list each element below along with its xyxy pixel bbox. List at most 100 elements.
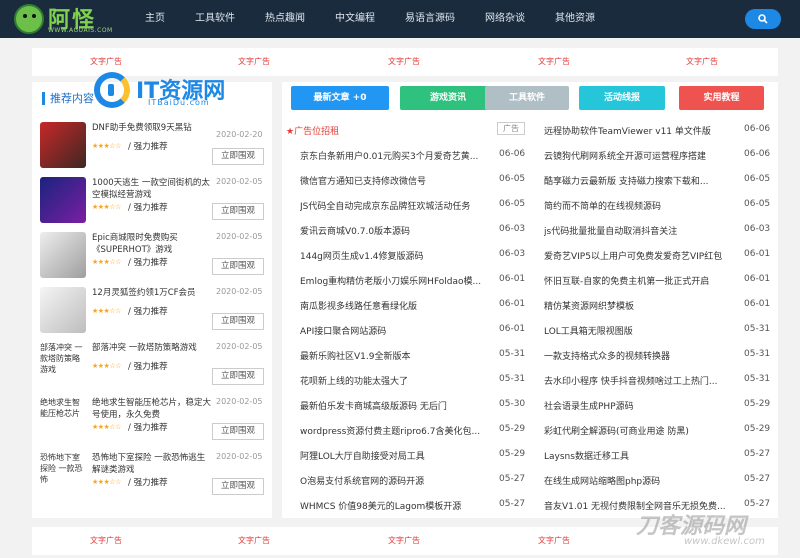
article-title[interactable]: 爱奇艺VIP5以上用户可免费发爱奇艺VIP红包 (544, 249, 740, 262)
article-title[interactable]: js代码批量批量自动取消抖音关注 (544, 224, 740, 237)
article-title[interactable]: 酷享磁力云最新版 支持磁力搜索下载和... (544, 174, 740, 187)
article-title[interactable]: 怀旧互联-自家的免费主机第一批正式开启 (544, 274, 740, 287)
article-title[interactable]: 社会语录生成PHP源码 (544, 399, 740, 412)
article-row[interactable]: WHMCS 价值98美元的Lagom模板开源 05-27 (286, 494, 526, 519)
article-row[interactable]: 京东白条新用户0.01元购买3个月爱奇艺黄... 06-06 (286, 144, 526, 169)
item-title[interactable]: 恐怖地下室探险 一款恐怖逃生解谜类游戏 (92, 452, 212, 476)
article-title[interactable]: 144g网页生成v1.4修复版源码 (300, 249, 496, 262)
view-button[interactable]: 立即围观 (212, 258, 264, 275)
view-button[interactable]: 立即围观 (212, 203, 264, 220)
article-title[interactable]: wordpress资源付费主题ripro6.7含美化包... (300, 424, 496, 437)
article-title[interactable]: Laysns数据迁移工具 (544, 449, 740, 462)
article-row[interactable]: 彩虹代刷全解源码(可商业用途 防黑) 05-29 (536, 419, 774, 444)
article-row[interactable]: JS代码全自动完成京东品牌狂欢城活动任务 06-05 (286, 194, 526, 219)
tab-activities[interactable]: 活动线报 (579, 86, 665, 110)
item-title[interactable]: DNF助手免费领取9天黑钻 (92, 122, 212, 134)
text-ad[interactable]: 文字广告 (90, 535, 122, 546)
text-ad[interactable]: 文字广告 (538, 535, 570, 546)
article-title[interactable]: O泡易支付系统官网的源码开源 (300, 474, 496, 487)
item-title[interactable]: 部落冲突 一款塔防策略游戏 (92, 342, 212, 354)
article-row[interactable]: 阿狸LOL大厅自助接受对局工具 05-29 (286, 444, 526, 469)
view-button[interactable]: 立即围观 (212, 148, 264, 165)
article-title[interactable]: 阿狸LOL大厅自助接受对局工具 (300, 449, 496, 462)
ad-row[interactable]: ★广告位招租 广告 (286, 119, 526, 144)
article-row[interactable]: 社会语录生成PHP源码 05-29 (536, 394, 774, 419)
article-row[interactable]: 爱奇艺VIP5以上用户可免费发爱奇艺VIP红包 06-01 (536, 244, 774, 269)
text-ad[interactable]: 文字广告 (686, 56, 718, 67)
article-row[interactable]: 一款支持格式众多的视频转换器 05-31 (536, 344, 774, 369)
search-button[interactable] (745, 9, 781, 29)
nav-other[interactable]: 其他资源 (540, 0, 610, 38)
article-title[interactable]: 京东白条新用户0.01元购买3个月爱奇艺黄... (300, 149, 496, 162)
article-row[interactable]: 酷享磁力云最新版 支持磁力搜索下载和... 06-05 (536, 169, 774, 194)
nav-chinese-programming[interactable]: 中文编程 (320, 0, 390, 38)
article-title[interactable]: WHMCS 价值98美元的Lagom模板开源 (300, 499, 496, 512)
article-row[interactable]: Emlog重构精仿老版小刀娱乐网HFoldao模... 06-01 (286, 269, 526, 294)
article-row[interactable]: 最新乐购社区V1.9全新版本 05-31 (286, 344, 526, 369)
article-title[interactable]: 最新伯乐发卡商城高级版源码 无后门 (300, 399, 496, 412)
view-button[interactable]: 立即围观 (212, 313, 264, 330)
thumbnail-image[interactable] (40, 232, 86, 278)
text-ad[interactable]: 文字广告 (538, 56, 570, 67)
article-row[interactable]: 最新伯乐发卡商城高级版源码 无后门 05-30 (286, 394, 526, 419)
item-title[interactable]: 绝地求生智能压枪芯片，稳定大号使用，永久免费 (92, 397, 212, 421)
article-row[interactable]: 怀旧互联-自家的免费主机第一批正式开启 06-01 (536, 269, 774, 294)
article-title[interactable]: 花呗新上线的功能太强大了 (300, 374, 496, 387)
tab-tools[interactable]: 工具软件 (485, 86, 569, 110)
nav-network[interactable]: 网络杂谈 (470, 0, 540, 38)
article-title[interactable]: 在线生成网站缩略图php源码 (544, 474, 740, 487)
article-title[interactable]: LOL工具箱无限视图版 (544, 324, 740, 337)
article-row[interactable]: 南瓜影视多线路任意看绿化版 06-01 (286, 294, 526, 319)
thumbnail-image[interactable] (40, 177, 86, 223)
article-row[interactable]: 云镜狗代刷网系统全开源可运营程序搭建 06-06 (536, 144, 774, 169)
item-title[interactable]: 1000天逃生 一款空间街机的太空模拟经营游戏 (92, 177, 212, 201)
article-title[interactable]: 彩虹代刷全解源码(可商业用途 防黑) (544, 424, 740, 437)
tab-game-news[interactable]: 游戏资讯 (400, 86, 496, 110)
article-row[interactable]: 在线生成网站缩略图php源码 05-27 (536, 469, 774, 494)
article-row[interactable]: 爱讯云商城V0.7.0版本源码 06-03 (286, 219, 526, 244)
article-title[interactable]: 微信官方通知已支持修改微信号 (300, 174, 496, 187)
article-title[interactable]: 去水印小程序 快手抖音视频啥过工上热门... (544, 374, 740, 387)
article-title[interactable]: 南瓜影视多线路任意看绿化版 (300, 299, 496, 312)
article-row[interactable]: 简约而不简单的在线视频源码 06-05 (536, 194, 774, 219)
article-title[interactable]: 远程协助软件TeamViewer v11 单文件版 (544, 124, 740, 137)
article-row[interactable]: Laysns数据迁移工具 05-27 (536, 444, 774, 469)
article-row[interactable]: 花呗新上线的功能太强大了 05-31 (286, 369, 526, 394)
nav-hot[interactable]: 热点趣闻 (250, 0, 320, 38)
thumbnail-broken-image[interactable]: 部落冲突 一款塔防策略游戏 (40, 342, 86, 388)
article-title[interactable]: Emlog重构精仿老版小刀娱乐网HFoldao模... (300, 274, 496, 287)
article-row[interactable]: wordpress资源付费主题ripro6.7含美化包... 05-29 (286, 419, 526, 444)
article-title[interactable]: 一款支持格式众多的视频转换器 (544, 349, 740, 362)
text-ad[interactable]: 文字广告 (388, 535, 420, 546)
article-row[interactable]: API接口聚合网站源码 06-01 (286, 319, 526, 344)
text-ad[interactable]: 文字广告 (90, 56, 122, 67)
nav-e-source[interactable]: 易语言源码 (390, 0, 470, 38)
text-ad[interactable]: 文字广告 (238, 56, 270, 67)
article-title[interactable]: 精仿某资源网织梦模板 (544, 299, 740, 312)
article-title[interactable]: 爱讯云商城V0.7.0版本源码 (300, 224, 496, 237)
article-row[interactable]: js代码批量批量自动取消抖音关注 06-03 (536, 219, 774, 244)
view-button[interactable]: 立即围观 (212, 368, 264, 385)
article-title[interactable]: 最新乐购社区V1.9全新版本 (300, 349, 496, 362)
view-button[interactable]: 立即围观 (212, 423, 264, 440)
thumbnail-broken-image[interactable]: 绝地求生智能压枪芯片 (40, 397, 86, 443)
article-title[interactable]: 云镜狗代刷网系统全开源可运营程序搭建 (544, 149, 740, 162)
article-row[interactable]: 去水印小程序 快手抖音视频啥过工上热门... 05-31 (536, 369, 774, 394)
article-row[interactable]: 远程协助软件TeamViewer v11 单文件版 06-06 (536, 119, 774, 144)
site-logo[interactable]: 阿怪 WWW.AGUAIS.COM (14, 2, 122, 36)
article-title[interactable]: API接口聚合网站源码 (300, 324, 496, 337)
article-title[interactable]: JS代码全自动完成京东品牌狂欢城活动任务 (300, 199, 496, 212)
item-title[interactable]: 12月灵狐签约领1万CF会员 (92, 287, 212, 299)
item-title[interactable]: Epic商城限时免费购买《SUPERHOT》游戏 (92, 232, 212, 256)
nav-home[interactable]: 主页 (130, 0, 180, 38)
article-row[interactable]: 144g网页生成v1.4修复版源码 06-03 (286, 244, 526, 269)
article-title[interactable]: 简约而不简单的在线视频源码 (544, 199, 740, 212)
tab-tutorials[interactable]: 实用教程 (679, 86, 764, 110)
thumbnail-image[interactable] (40, 122, 86, 168)
tab-latest[interactable]: 最新文章 +0 (291, 86, 389, 110)
thumbnail-image[interactable] (40, 287, 86, 333)
article-row[interactable]: O泡易支付系统官网的源码开源 05-27 (286, 469, 526, 494)
text-ad[interactable]: 文字广告 (238, 535, 270, 546)
text-ad[interactable]: 文字广告 (388, 56, 420, 67)
view-button[interactable]: 立即围观 (212, 478, 264, 495)
